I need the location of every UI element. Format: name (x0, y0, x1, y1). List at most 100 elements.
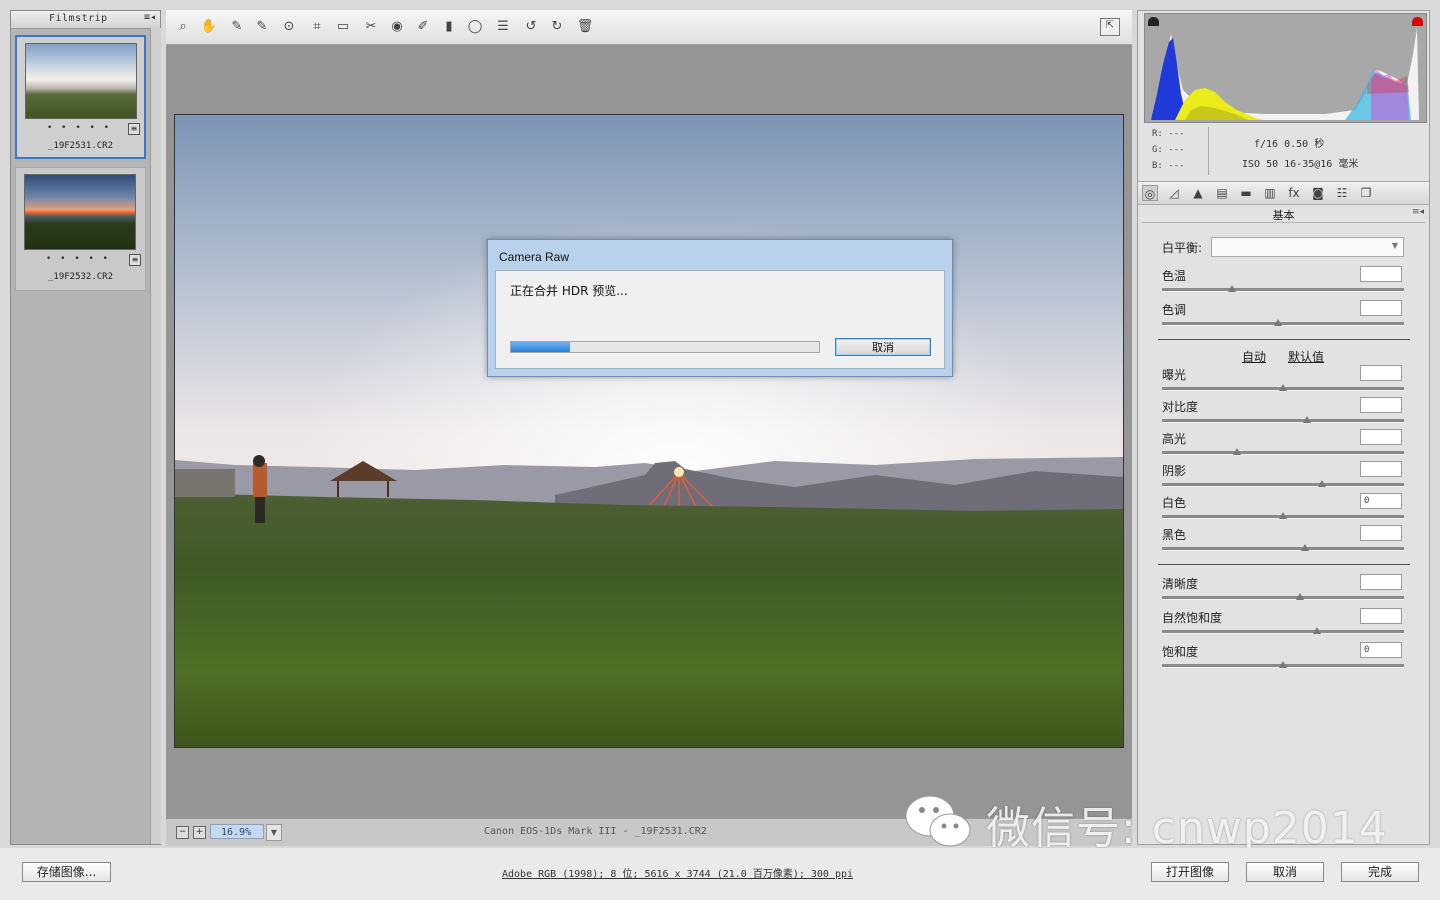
rating-stars[interactable]: • • • • • (46, 254, 111, 264)
slider-label: 黑色 (1162, 528, 1187, 542)
slider-track[interactable] (1162, 419, 1404, 423)
thumbnail-image (24, 174, 136, 250)
slider-thumb[interactable] (1233, 448, 1242, 455)
slider-thumb[interactable] (1295, 593, 1304, 600)
panel-title: 基本 (1272, 209, 1295, 222)
tab-tone-curve-icon[interactable]: ◿ (1166, 185, 1182, 201)
white-balance-tool-icon[interactable]: ✎ (228, 19, 246, 35)
slider-track[interactable] (1162, 288, 1404, 292)
adjustment-badge-icon: ≡ (128, 123, 140, 135)
slider-value-field[interactable]: 0 (1360, 642, 1402, 658)
filmstrip-menu-icon[interactable]: ≡◂ (144, 12, 156, 23)
slider-thumb[interactable] (1279, 384, 1287, 391)
graduated-filter-icon[interactable]: ▮ (440, 19, 458, 35)
targeted-adjustment-tool-icon[interactable]: ⊙ (280, 19, 298, 35)
slider-thumb[interactable] (1279, 512, 1287, 519)
tab-basic-icon[interactable]: ◎ (1142, 185, 1158, 201)
trash-icon[interactable]: 🗑 (576, 19, 594, 35)
filmstrip-panel: Filmstrip ≡◂ • • • • • ≡ _19F2531.CR2 • … (10, 10, 161, 845)
slider-label: 阴影 (1162, 464, 1187, 478)
info-readout: R: --- G: --- B: --- f/16 0.50 秒 ISO 50 … (1138, 125, 1429, 182)
open-image-button[interactable]: 打开图像 (1151, 862, 1229, 882)
dialog-body: 正在合并 HDR 预览... 取消 (495, 270, 945, 369)
zoom-in-button[interactable]: + (193, 826, 206, 839)
highlight-clipping-warning-icon[interactable] (1412, 17, 1423, 26)
fullscreen-toggle-icon[interactable]: ⇱ (1100, 18, 1120, 36)
tab-detail-icon[interactable]: ▲ (1190, 185, 1206, 201)
cancel-button[interactable]: 取消 (1246, 862, 1324, 882)
slider-value-field[interactable] (1360, 266, 1402, 282)
info-divider (1208, 127, 1209, 175)
rotate-left-icon[interactable]: ↺ (522, 19, 540, 35)
zoom-level-field[interactable]: 16.9% (210, 824, 264, 839)
slider-value-field[interactable] (1360, 429, 1402, 445)
rating-stars[interactable]: • • • • • (47, 123, 112, 133)
slider-track[interactable] (1162, 547, 1404, 551)
shadow-clipping-warning-icon[interactable] (1148, 17, 1159, 26)
tab-camera-calibration-icon[interactable]: ◙ (1310, 185, 1326, 201)
tab-effects-icon[interactable]: fx (1286, 185, 1302, 201)
spot-removal-tool-icon[interactable]: ✂ (362, 19, 380, 35)
slider-thumb[interactable] (1303, 416, 1312, 423)
tab-hsl-icon[interactable]: ▤ (1214, 185, 1230, 201)
rotate-right-icon[interactable]: ↻ (548, 19, 566, 35)
slider-value-field[interactable] (1360, 608, 1402, 624)
filmstrip-item[interactable]: • • • • • ≡ _19F2532.CR2 (15, 167, 146, 291)
slider-thumb[interactable] (1228, 285, 1237, 292)
slider-value-field[interactable] (1360, 365, 1402, 381)
slider-track[interactable] (1162, 596, 1404, 600)
tool-bar: ⌕ ✋ ✎ ✎ ⊙ ⌗ ▭ ✂ ◉ ✐ ▮ ◯ ☰ ↺ ↻ 🗑 ⇱ (166, 10, 1132, 45)
slider-value-field[interactable] (1360, 461, 1402, 477)
thumbnail-filename: _19F2532.CR2 (47, 272, 114, 282)
dialog-cancel-button[interactable]: 取消 (835, 338, 931, 356)
hand-tool-icon[interactable]: ✋ (200, 19, 218, 35)
camera-info: Canon EOS-1Ds Mark III - _19F2531.CR2 (484, 826, 707, 837)
tab-snapshots-icon[interactable]: ❐ (1358, 185, 1374, 201)
crop-tool-icon[interactable]: ⌗ (308, 19, 326, 35)
tab-presets-icon[interactable]: ☷ (1334, 185, 1350, 201)
straighten-tool-icon[interactable]: ▭ (334, 19, 352, 35)
done-button[interactable]: 完成 (1341, 862, 1419, 882)
slider-value-field[interactable] (1360, 397, 1402, 413)
section-divider (1158, 564, 1410, 565)
lens-info: ISO 50 16-35@16 毫米 (1242, 159, 1359, 170)
filmstrip-item[interactable]: • • • • • ≡ _19F2531.CR2 (15, 35, 146, 159)
image-preview[interactable] (174, 114, 1124, 748)
slider-label: 曝光 (1162, 368, 1187, 382)
landscape-photo (175, 115, 1123, 747)
panel-tabs: ◎ ◿ ▲ ▤ ▬ ▥ fx ◙ ☷ ❐ (1138, 182, 1429, 205)
slider-thumb[interactable] (1300, 544, 1309, 551)
slider-thumb[interactable] (1312, 627, 1321, 634)
white-balance-select[interactable]: ▼ (1211, 237, 1404, 257)
tab-split-toning-icon[interactable]: ▬ (1238, 185, 1254, 201)
auto-link[interactable]: 自动 (1242, 348, 1266, 365)
filmstrip-scrollbar[interactable] (150, 28, 161, 844)
preferences-icon[interactable]: ☰ (494, 19, 512, 35)
slider-track[interactable] (1162, 483, 1404, 487)
zoom-out-button[interactable]: − (176, 826, 189, 839)
slider-track[interactable] (1162, 322, 1404, 326)
slider-label: 饱和度 (1162, 645, 1199, 659)
slider-thumb[interactable] (1317, 480, 1326, 487)
adjustment-brush-icon[interactable]: ✐ (414, 19, 432, 35)
slider-value-field[interactable] (1360, 574, 1402, 590)
slider-thumb[interactable] (1274, 319, 1283, 326)
default-link[interactable]: 默认值 (1288, 348, 1324, 365)
save-image-button[interactable]: 存储图像... (22, 862, 111, 882)
zoom-tool-icon[interactable]: ⌕ (174, 19, 192, 35)
zoom-dropdown-icon[interactable]: ▼ (266, 824, 282, 841)
slider-value-field[interactable]: 0 (1360, 493, 1402, 509)
slider-value-field[interactable] (1360, 300, 1402, 316)
slider-track[interactable] (1162, 451, 1404, 455)
adjustment-badge-icon: ≡ (129, 254, 141, 266)
slider-value-field[interactable] (1360, 525, 1402, 541)
panel-menu-icon[interactable]: ≡◂ (1412, 207, 1424, 217)
red-eye-tool-icon[interactable]: ◉ (388, 19, 406, 35)
thumbnail-image (25, 43, 137, 119)
tab-lens-icon[interactable]: ▥ (1262, 185, 1278, 201)
slider-track[interactable] (1162, 630, 1404, 634)
color-sampler-tool-icon[interactable]: ✎ (253, 19, 271, 35)
slider-thumb[interactable] (1279, 661, 1287, 668)
workflow-options-link[interactable]: Adobe RGB (1998); 8 位; 5616 x 3744 (21.0… (502, 865, 853, 880)
radial-filter-icon[interactable]: ◯ (466, 19, 484, 35)
